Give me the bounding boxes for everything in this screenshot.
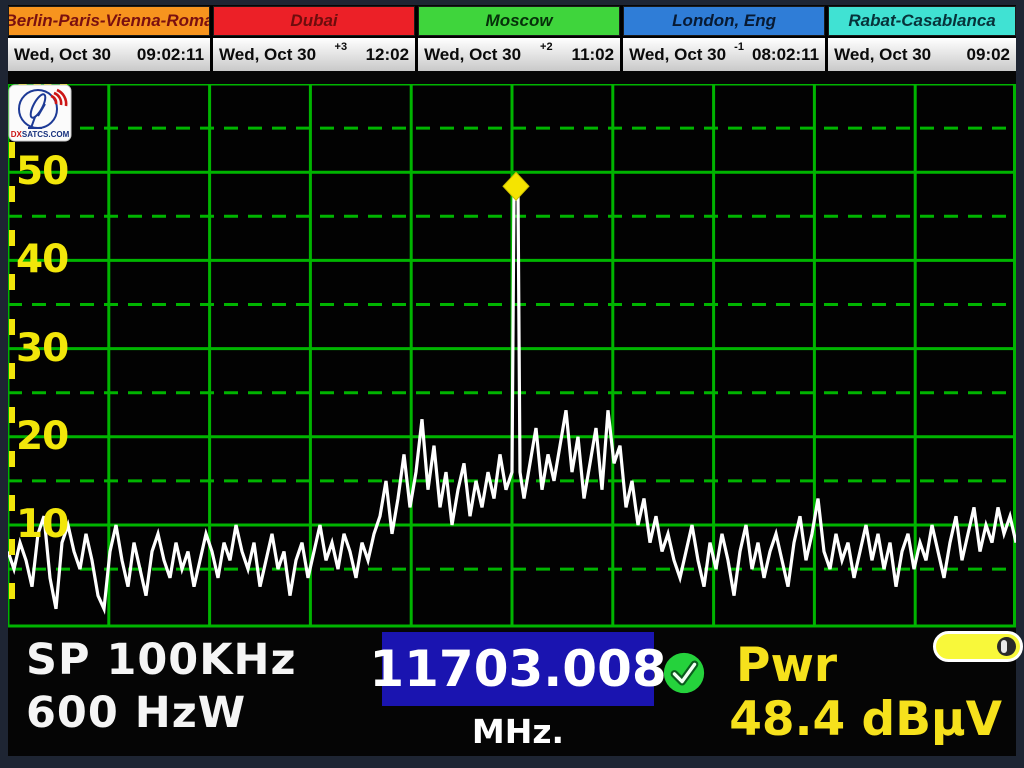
clock-time: 12:02 [366,45,409,65]
clock-time-bar: Wed, Oct 30 09:02 [828,38,1016,71]
city-name-bar: Dubai [213,6,415,36]
logo-text-blue: SATCS.COM [22,130,70,139]
clock-london: London, Eng Wed, Oct 30 -1 08:02:11 [623,6,828,71]
clock-time: 09:02 [967,45,1010,65]
frequency-unit-label: MHz. [382,712,654,751]
y-axis-label: 10 [16,504,86,546]
lock-ok-check-icon [661,650,707,696]
city-name: London, Eng [672,11,776,31]
y-axis-tick [9,583,15,599]
span-readout: SP 100KHz [26,634,297,687]
city-name: Rabat-Casablanca [848,11,995,31]
y-axis-tick [9,363,15,379]
peak-marker-diamond [503,172,529,200]
y-axis-tick [9,539,15,555]
y-axis-tick [9,407,15,423]
clock-time: 08:02:11 [752,45,819,65]
clock-utc-offset: +3 [316,41,366,53]
clock-rabat: Rabat-Casablanca Wed, Oct 30 09:02 [828,6,1016,71]
clock-time-bar: Wed, Oct 30 +3 12:02 [213,38,415,71]
clock-utc-offset: +2 [521,41,571,53]
spectrum-plot-area: 605040302010 DXSATCS.COM [8,84,1016,628]
battery-indicator[interactable] [933,631,1023,662]
y-axis-tick [9,142,15,158]
clock-date: Wed, Oct 30 [14,45,111,65]
clock-time-bar: Wed, Oct 30 -1 08:02:11 [623,38,825,71]
y-axis-label: 30 [16,328,86,370]
clock-time-bar: Wed, Oct 30 +2 11:02 [418,38,620,71]
clock-time-bar: Wed, Oct 30 09:02:11 [8,38,210,71]
city-name-bar: Rabat-Casablanca [828,6,1016,36]
city-name-bar: Moscow [418,6,620,36]
city-name: Berlin-Paris-Vienna-Roma [8,11,210,31]
y-axis-label: 50 [16,151,86,193]
clock-berlin: Berlin-Paris-Vienna-Roma Wed, Oct 30 09:… [8,6,213,71]
satellite-meter-screen: { "clocks": { "cities": [ { "name": "Ber… [0,0,1024,768]
clock-utc-offset: -1 [726,41,752,53]
spectrum-chart [8,84,1016,628]
city-name: Dubai [290,11,337,31]
clock-date: Wed, Oct 30 [834,45,931,65]
logo-text-red: DX [11,130,23,139]
y-axis-label: 40 [16,239,86,281]
y-axis-label: 20 [16,416,86,458]
y-axis-tick [9,186,15,202]
power-value: 48.4 dBµV [729,692,1002,747]
clock-date: Wed, Oct 30 [629,45,726,65]
svg-text:DXSATCS.COM: DXSATCS.COM [11,130,70,139]
y-axis-tick [9,319,15,335]
clock-date: Wed, Oct 30 [219,45,316,65]
dxsatcs-logo: DXSATCS.COM [8,84,72,142]
city-name-bar: Berlin-Paris-Vienna-Roma [8,6,210,36]
bandwidth-readout: 600 HzW [26,687,297,740]
y-axis-tick [9,495,15,511]
frequency-value: 11703.008 [369,640,666,698]
y-axis-tick [9,230,15,246]
y-axis-tick [9,274,15,290]
battery-terminal-icon [997,637,1016,656]
clock-time: 11:02 [572,45,615,65]
y-axis-tick [9,451,15,467]
clock-moscow: Moscow Wed, Oct 30 +2 11:02 [418,6,623,71]
span-bandwidth-readout: SP 100KHz 600 HzW [26,634,297,740]
clock-date: Wed, Oct 30 [424,45,521,65]
readout-bar: SP 100KHz 600 HzW 11703.008 MHz. Pwr 48.… [8,628,1016,756]
world-clock-panel: Berlin-Paris-Vienna-Roma Wed, Oct 30 09:… [8,6,1016,71]
power-label: Pwr [736,638,837,693]
clock-dubai: Dubai Wed, Oct 30 +3 12:02 [213,6,418,71]
city-name: Moscow [486,11,553,31]
frequency-display[interactable]: 11703.008 [382,632,654,706]
clock-time: 09:02:11 [137,45,204,65]
city-name-bar: London, Eng [623,6,825,36]
